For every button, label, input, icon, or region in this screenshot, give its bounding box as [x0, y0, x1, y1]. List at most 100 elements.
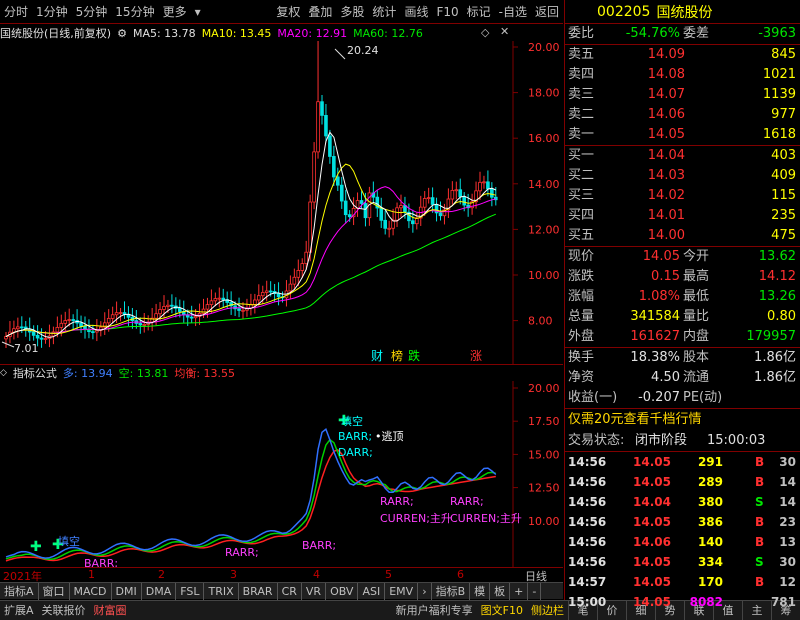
bid-volume: 115 — [771, 188, 796, 203]
ask-price: 14.08 — [647, 67, 685, 82]
trade-price: 14.05 — [633, 595, 671, 609]
duo-readout: 多: 13.94 — [62, 367, 113, 380]
expand-icon[interactable]: ◇ — [0, 368, 7, 378]
tab-trix[interactable]: TRIX — [204, 582, 239, 600]
tab-fsl[interactable]: FSL — [176, 582, 205, 600]
toolbar-intraday-button[interactable]: 分时 — [0, 0, 32, 24]
wealth-circle-button[interactable]: 财富圈 — [90, 601, 131, 620]
toolbar-15min-button[interactable]: 15分钟 — [111, 0, 158, 24]
f10-button[interactable]: 图文F10 — [477, 601, 527, 620]
stock-code[interactable]: 002205 — [597, 4, 650, 20]
extend-a-button[interactable]: 扩展A — [0, 601, 38, 620]
toolbar-5min-button[interactable]: 5分钟 — [72, 0, 112, 24]
candle-body — [35, 334, 40, 339]
candle-body — [482, 181, 486, 184]
ask-row[interactable]: 卖五 14.09 845 — [565, 45, 800, 65]
toolbar-f10-button[interactable]: F10 — [432, 0, 462, 24]
tab-template[interactable]: 模 — [470, 582, 491, 600]
bid-row[interactable]: 买四 14.01 235 — [565, 206, 800, 226]
bid-row[interactable]: 买二 14.03 409 — [565, 166, 800, 186]
axis-label: 10.00 — [528, 269, 560, 282]
low-label: 7.01 — [14, 342, 39, 355]
tab-asi[interactable]: ASI — [358, 582, 386, 600]
bid-row[interactable]: 买五 14.00 475 — [565, 226, 800, 246]
tab-dma[interactable]: DMA — [142, 582, 177, 600]
ask-row[interactable]: 卖四 14.08 1021 — [565, 65, 800, 85]
candlestick-chart[interactable]: 20.00 18.00 16.00 14.00 12.00 10.00 8.00 20.24… — [0, 41, 563, 364]
toolbar-mark-button[interactable]: 标记 — [463, 0, 495, 24]
fundamental-stats: 换手 18.38% 股本 1.86亿 净资 4.50 流通 1.86亿 收益(一) -0.207 P… — [565, 348, 800, 408]
toolbar-watchlist-button[interactable]: -自选 — [495, 0, 531, 24]
related-quote-button[interactable]: 关联报价 — [38, 601, 90, 620]
chevron-down-icon[interactable]: ▾ — [191, 0, 205, 24]
event-tag-finance[interactable]: 财 — [371, 349, 383, 363]
ma60-line — [5, 213, 496, 338]
tab-window[interactable]: 窗口 — [39, 582, 70, 600]
candle-body — [51, 331, 56, 337]
event-tag-up[interactable]: 涨 — [470, 348, 482, 363]
tab-emv[interactable]: EMV — [385, 582, 419, 600]
candle-body — [241, 309, 245, 312]
bid-row[interactable]: 买三 14.02 115 — [565, 186, 800, 206]
tab-remove[interactable]: - — [528, 582, 542, 600]
signal-curren: CURREN;主升 — [380, 512, 452, 525]
tab-brar[interactable]: BRAR — [239, 582, 278, 600]
ask-volume: 1021 — [762, 67, 796, 82]
toolbar-overlay-button[interactable]: 叠加 — [304, 0, 336, 24]
toolbar-more-button[interactable]: 更多 — [159, 0, 191, 24]
toolbar-1min-button[interactable]: 1分钟 — [32, 0, 72, 24]
fund-label: 流通 — [683, 370, 710, 385]
trade-row: 14:56 14.05 291 B 30 — [565, 452, 800, 472]
tab-add[interactable]: + — [510, 582, 529, 600]
bid-row[interactable]: 买一 14.04 403 — [565, 146, 800, 166]
event-tag-list[interactable]: 榜 — [391, 348, 403, 363]
trade-count: 12 — [779, 575, 796, 589]
sidebar-button[interactable]: 侧边栏 — [527, 601, 568, 620]
new-user-promo[interactable]: 新用户福利专享 — [392, 601, 477, 620]
close-chart-icon[interactable]: ✕ — [500, 25, 509, 38]
expand-chart-icon[interactable]: ◇ — [481, 26, 489, 39]
candle-body — [426, 197, 431, 200]
indicator-name[interactable]: 指标公式 — [13, 365, 57, 381]
quote-stats: 现价 14.05 今开 13.62 涨跌 0.15 最高 14.12 涨幅 1.08% 最低 13.2… — [565, 247, 800, 347]
candle-body — [55, 327, 60, 333]
candle-body — [79, 322, 83, 327]
stat-value: 1.08% — [638, 289, 680, 304]
toolbar-multi-button[interactable]: 多股 — [336, 0, 368, 24]
bid-volume: 409 — [771, 168, 796, 183]
ask-row[interactable]: 卖二 14.06 977 — [565, 105, 800, 125]
toolbar-back-button[interactable]: 返回 — [531, 0, 563, 24]
stat-row: 现价 14.05 今开 13.62 — [565, 247, 800, 267]
tab-indicator-b[interactable]: 指标B — [432, 582, 471, 600]
candle-body — [335, 176, 340, 186]
tab-cr[interactable]: CR — [278, 582, 302, 600]
tab-vr[interactable]: VR — [302, 582, 327, 600]
settings-icon[interactable]: ⚙ — [117, 27, 127, 40]
sub-chart-info: ◇ 指标公式 多: 13.94 空: 13.81 均衡: 13.55 — [0, 365, 513, 381]
candle-body — [411, 220, 415, 225]
toolbar-restore-button[interactable]: 复权 — [272, 0, 304, 24]
ask-row[interactable]: 卖三 14.07 1139 — [565, 85, 800, 105]
tab-scroll-arrow[interactable]: › — [418, 582, 432, 600]
tick-trades[interactable]: 14:56 14.05 291 B 30 14:56 14.05 289 B 14 14:56 14.… — [565, 452, 800, 612]
tab-dmi[interactable]: DMI — [112, 582, 142, 600]
tab-indicator-a[interactable]: 指标A — [0, 582, 39, 600]
tab-macd[interactable]: MACD — [70, 582, 112, 600]
axis-label: 10.00 — [528, 515, 560, 528]
ask-row[interactable]: 卖一 14.05 1618 — [565, 125, 800, 145]
chart-title[interactable]: 国统股份(日线,前复权) — [0, 25, 111, 41]
candle-body — [288, 283, 293, 292]
signal-tiankong: 填空 — [341, 414, 363, 428]
stat-label: 现价 — [568, 249, 595, 264]
tab-obv[interactable]: OBV — [326, 582, 359, 600]
stock-name[interactable]: 国统股份 — [656, 2, 712, 22]
tab-board[interactable]: 板 — [490, 582, 511, 600]
signal-markers: ✚ 填空 BARR; •逃顶 DARR; RARR; CURREN;主升 RAR… — [30, 413, 522, 567]
event-tag-down[interactable]: 跌 — [408, 348, 420, 363]
level2-promo[interactable]: 仅需20元查看千档行情 — [565, 409, 800, 431]
candle-body — [339, 184, 344, 202]
trade-volume: 386 — [697, 515, 723, 529]
toolbar-draw-button[interactable]: 画线 — [400, 0, 432, 24]
indicator-chart[interactable]: 20.00 17.50 15.00 12.50 10.00 ✚ 填空 BARR; •逃顶… — [0, 381, 563, 567]
toolbar-stats-button[interactable]: 统计 — [368, 0, 400, 24]
